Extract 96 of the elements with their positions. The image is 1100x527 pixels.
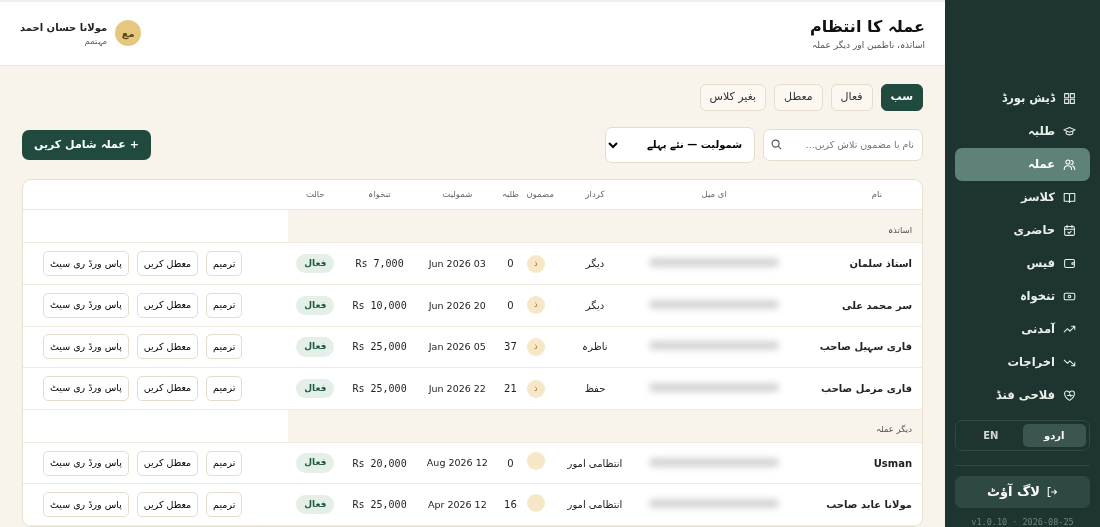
subject-badge: ذ bbox=[526, 254, 545, 273]
sidebar-item[interactable]: تنخواہ bbox=[955, 280, 1090, 313]
filter-tab[interactable]: معطل bbox=[774, 83, 823, 111]
reset-password-button[interactable]: پاس ورڈ ری سیٹ bbox=[43, 334, 129, 360]
group-heading: اساتذہ bbox=[888, 224, 912, 235]
trend-up-icon bbox=[1063, 323, 1076, 336]
search-field[interactable]: نام یا مضمون تلاش کریں... bbox=[763, 128, 923, 161]
suspend-button[interactable]: معطل کریں bbox=[136, 334, 199, 360]
subject-badge: ذ bbox=[526, 337, 545, 356]
join-date: 12 Aug 2026 bbox=[426, 457, 488, 469]
language-option[interactable]: اردو bbox=[1022, 424, 1086, 447]
salary-amount: Rs 7,000 bbox=[355, 258, 404, 270]
column-header: ای میل bbox=[632, 179, 796, 210]
subject-badge: ذ bbox=[526, 379, 545, 398]
edit-button[interactable]: ترمیم bbox=[206, 292, 243, 318]
student-count: 16 bbox=[498, 483, 523, 526]
suspend-button[interactable]: معطل کریں bbox=[136, 492, 199, 518]
group-heading: دیگر عملہ bbox=[875, 424, 912, 435]
sidebar-item[interactable]: طلبہ bbox=[955, 115, 1090, 148]
reset-password-button[interactable]: پاس ورڈ ری سیٹ bbox=[43, 376, 129, 401]
suspend-button[interactable]: معطل کریں bbox=[136, 376, 199, 401]
sidebar-item[interactable]: عملہ bbox=[955, 148, 1090, 181]
logout-icon bbox=[1046, 486, 1059, 498]
salary-amount: Rs 10,000 bbox=[352, 299, 407, 311]
join-date: 22 Jun 2026 bbox=[428, 382, 486, 394]
status-badge: فعال bbox=[296, 378, 335, 399]
filter-tab[interactable]: بغیر کلاس bbox=[699, 83, 767, 111]
sidebar-item[interactable]: فلاحی فنڈ bbox=[955, 379, 1090, 412]
join-date: 05 Jan 2026 bbox=[428, 341, 486, 353]
salary-amount: Rs 25,000 bbox=[352, 341, 407, 353]
column-header: طلبہ bbox=[498, 179, 523, 210]
salary-amount: Rs 25,000 bbox=[352, 499, 407, 511]
reset-password-button[interactable]: پاس ورڈ ری سیٹ bbox=[43, 251, 129, 277]
sidebar-item[interactable]: حاضری bbox=[955, 214, 1090, 247]
edit-button[interactable]: ترمیم bbox=[206, 376, 243, 401]
sort-dropdown[interactable]: شمولیت — نئے پہلے bbox=[605, 126, 755, 163]
filter-tab[interactable]: سب bbox=[880, 83, 923, 111]
sidebar-item[interactable]: کلاسز bbox=[955, 181, 1090, 214]
add-staff-button[interactable]: + عملہ شامل کریں bbox=[22, 129, 151, 160]
student-count: 0 bbox=[498, 442, 523, 484]
calendar-icon bbox=[1063, 224, 1076, 237]
subject-badge: ذ bbox=[526, 296, 545, 315]
grid-icon bbox=[1063, 92, 1076, 105]
salary-amount: Rs 25,000 bbox=[352, 383, 407, 394]
book-icon bbox=[1063, 191, 1076, 204]
column-header: حالت bbox=[287, 179, 343, 210]
student-count: 0 bbox=[498, 242, 523, 285]
student-count: 0 bbox=[498, 284, 523, 327]
reset-password-button[interactable]: پاس ورڈ ری سیٹ bbox=[43, 492, 129, 518]
users-icon bbox=[1063, 158, 1076, 171]
sidebar-item[interactable]: فیس bbox=[955, 247, 1090, 280]
column-header: مضمون bbox=[522, 179, 558, 210]
logout-button[interactable]: لاگ آؤٹ bbox=[955, 476, 1090, 508]
column-header: نام bbox=[795, 179, 922, 210]
filter-tab[interactable]: فعال bbox=[830, 83, 873, 111]
user-avatar: مع bbox=[115, 20, 142, 47]
status-badge: فعال bbox=[296, 295, 335, 316]
user-name: مولانا حسان احمد bbox=[20, 20, 108, 35]
edit-button[interactable]: ترمیم bbox=[206, 492, 243, 518]
search-icon bbox=[771, 138, 782, 150]
subject-badge bbox=[526, 493, 545, 512]
reset-password-button[interactable]: پاس ورڈ ری سیٹ bbox=[43, 450, 129, 476]
page-subtitle: اساتذہ، ناظمین اور دیگر عملہ bbox=[811, 38, 925, 52]
join-date: 20 Jun 2026 bbox=[428, 299, 486, 311]
join-date: 03 Jun 2026 bbox=[428, 258, 486, 270]
status-badge: فعال bbox=[296, 453, 335, 473]
suspend-button[interactable]: معطل کریں bbox=[136, 251, 199, 277]
salary-amount: Rs 20,000 bbox=[352, 457, 407, 469]
sidebar-item[interactable]: اخراجات bbox=[955, 346, 1090, 379]
student-count: 37 bbox=[498, 326, 523, 368]
sidebar-item[interactable]: آمدنی bbox=[955, 313, 1090, 346]
edit-button[interactable]: ترمیم bbox=[206, 334, 243, 360]
student-count: 21 bbox=[498, 367, 523, 410]
reset-password-button[interactable]: پاس ورڈ ری سیٹ bbox=[43, 292, 129, 318]
edit-button[interactable]: ترمیم bbox=[206, 251, 243, 277]
page-title: عملہ کا انتظام bbox=[810, 15, 925, 38]
subject-badge bbox=[526, 452, 545, 471]
language-option[interactable]: EN bbox=[959, 424, 1023, 447]
suspend-button[interactable]: معطل کریں bbox=[136, 450, 199, 476]
status-badge: فعال bbox=[296, 337, 335, 357]
heart-icon bbox=[1063, 389, 1076, 402]
user-role: مہتمم bbox=[83, 34, 108, 48]
column-header: شمولیت bbox=[416, 179, 499, 210]
wallet-icon bbox=[1063, 257, 1076, 270]
status-badge: فعال bbox=[296, 254, 335, 274]
version-label: v1.0.10 · 2026-08-25 bbox=[970, 516, 1075, 527]
status-badge: فعال bbox=[296, 494, 335, 515]
join-date: 12 Apr 2026 bbox=[427, 499, 487, 511]
column-header: کردار bbox=[557, 179, 633, 210]
column-header: تنخواہ bbox=[342, 179, 417, 210]
graduation-cap-icon bbox=[1063, 125, 1076, 138]
sidebar-item[interactable]: ڈیش بورڈ bbox=[955, 82, 1090, 115]
edit-button[interactable]: ترمیم bbox=[206, 450, 243, 476]
suspend-button[interactable]: معطل کریں bbox=[136, 292, 199, 318]
banknote-icon bbox=[1063, 290, 1076, 303]
trend-down-icon bbox=[1063, 356, 1076, 369]
